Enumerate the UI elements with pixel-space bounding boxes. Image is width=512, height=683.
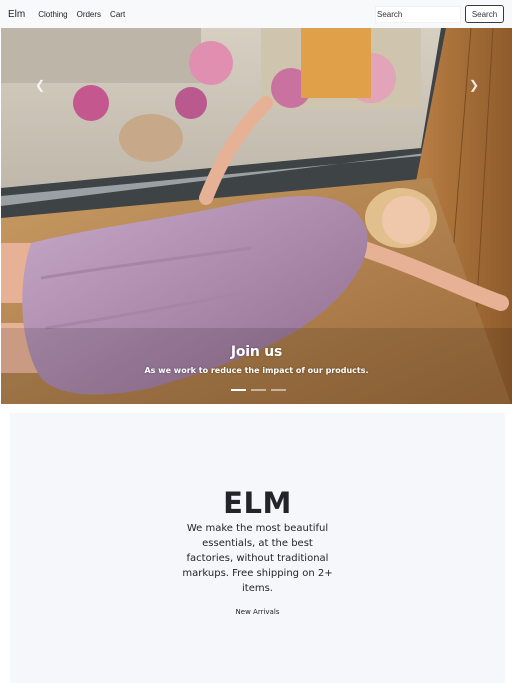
search-form: Search	[375, 5, 504, 23]
chevron-left-icon: ❮	[34, 78, 46, 92]
carousel-caption-title: Join us	[230, 344, 283, 360]
nav-link-clothing[interactable]: Clothing	[38, 10, 67, 19]
nav-link-cart[interactable]: Cart	[110, 10, 125, 19]
carousel-indicator-3[interactable]	[271, 389, 286, 391]
carousel-indicator-2[interactable]	[251, 389, 266, 391]
chevron-right-icon: ❯	[468, 78, 480, 92]
carousel-next-button[interactable]: ❯	[467, 74, 481, 96]
new-arrivals-link[interactable]: New Arrivals	[10, 608, 505, 616]
carousel-indicator-1[interactable]	[231, 389, 246, 391]
intro-panel: ELM We make the most beautiful essential…	[10, 413, 505, 683]
page-title: ELM	[223, 486, 292, 520]
hero-carousel: ❮ ❯ Join us As we work to reduce the imp…	[1, 28, 512, 404]
navbar: Elm Clothing Orders Cart Search	[0, 0, 512, 28]
search-input[interactable]	[375, 5, 461, 23]
intro-text: We make the most beautiful essentials, a…	[182, 523, 333, 594]
carousel-indicators	[231, 389, 286, 391]
carousel-caption-text: As we work to reduce the impact of our p…	[144, 366, 369, 375]
nav-links: Clothing Orders Cart	[38, 10, 125, 19]
search-button[interactable]: Search	[465, 5, 504, 23]
nav-link-orders[interactable]: Orders	[77, 10, 101, 19]
brand-link[interactable]: Elm	[8, 9, 25, 20]
carousel-prev-button[interactable]: ❮	[33, 74, 47, 96]
